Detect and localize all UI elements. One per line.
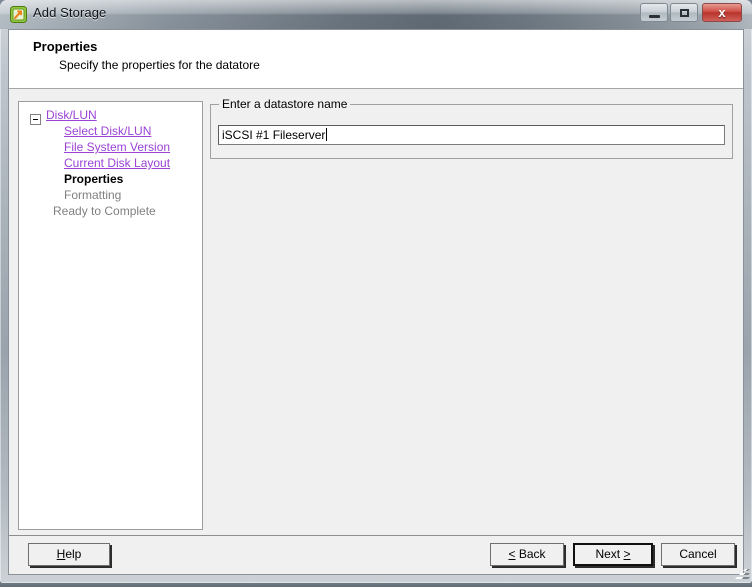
sidebar-item-label: Current Disk Layout bbox=[64, 156, 171, 170]
window-titlebar[interactable]: Add Storage x bbox=[0, 0, 752, 29]
sidebar-item-select-disk-lun[interactable]: Select Disk/LUN bbox=[19, 123, 202, 139]
resize-grip[interactable] bbox=[735, 567, 750, 581]
sidebar-item-label: File System Version bbox=[64, 140, 171, 154]
datastore-name-groupbox: Enter a datastore name iSCSI #1 Fileserv… bbox=[210, 97, 733, 159]
sidebar-item-label: Select Disk/LUN bbox=[64, 124, 152, 138]
datastore-name-value: iSCSI #1 Fileserver bbox=[222, 128, 326, 142]
maximize-button[interactable] bbox=[670, 3, 698, 22]
wizard-step-list: Disk/LUN Select Disk/LUN File System Ver… bbox=[18, 101, 203, 530]
page-subtitle: Specify the properties for the datatore bbox=[59, 58, 260, 72]
sidebar-item-label: Ready to Complete bbox=[53, 204, 156, 218]
next-button[interactable]: Next > bbox=[573, 543, 653, 566]
sidebar-item-label: Formatting bbox=[64, 188, 122, 202]
sidebar-item-file-system-version[interactable]: File System Version bbox=[19, 139, 202, 155]
back-button-text: Back bbox=[518, 547, 546, 561]
add-storage-dialog: Add Storage x Properties Specify the pro… bbox=[0, 0, 752, 583]
next-button-label: Next bbox=[595, 547, 621, 561]
help-button-label: elp bbox=[65, 547, 82, 561]
sidebar-item-current-disk-layout[interactable]: Current Disk Layout bbox=[19, 155, 202, 171]
cancel-button[interactable]: Cancel bbox=[661, 543, 735, 566]
close-button[interactable]: x bbox=[702, 3, 742, 22]
maximize-icon bbox=[680, 9, 689, 17]
cancel-button-label: Cancel bbox=[679, 547, 717, 561]
datastore-name-input[interactable]: iSCSI #1 Fileserver bbox=[218, 125, 725, 145]
sidebar-item-properties: Properties bbox=[19, 171, 202, 187]
next-button-suffix: > bbox=[623, 547, 631, 561]
sidebar-item-label: Disk/LUN bbox=[46, 108, 97, 122]
sidebar-item-ready-to-complete: Ready to Complete bbox=[19, 203, 202, 219]
minimize-icon bbox=[649, 15, 660, 18]
sidebar-item-label: Properties bbox=[64, 172, 124, 186]
minimize-button[interactable] bbox=[640, 3, 668, 22]
close-icon: x bbox=[718, 5, 726, 20]
wizard-content-pane: Enter a datastore name iSCSI #1 Fileserv… bbox=[207, 97, 736, 530]
sidebar-item-formatting: Formatting bbox=[19, 187, 202, 203]
footer-divider bbox=[9, 535, 743, 536]
help-button[interactable]: Help bbox=[28, 543, 110, 566]
window-title: Add Storage bbox=[33, 5, 107, 20]
groupbox-label: Enter a datastore name bbox=[219, 97, 351, 111]
back-button[interactable]: < Back bbox=[490, 543, 564, 566]
add-storage-icon bbox=[10, 6, 27, 23]
wizard-header: Properties Specify the properties for th… bbox=[9, 30, 743, 89]
sidebar-item-disk-lun[interactable]: Disk/LUN bbox=[19, 107, 202, 125]
text-caret bbox=[326, 128, 328, 141]
page-title: Properties bbox=[33, 39, 98, 54]
dialog-client-area: Properties Specify the properties for th… bbox=[8, 29, 744, 575]
